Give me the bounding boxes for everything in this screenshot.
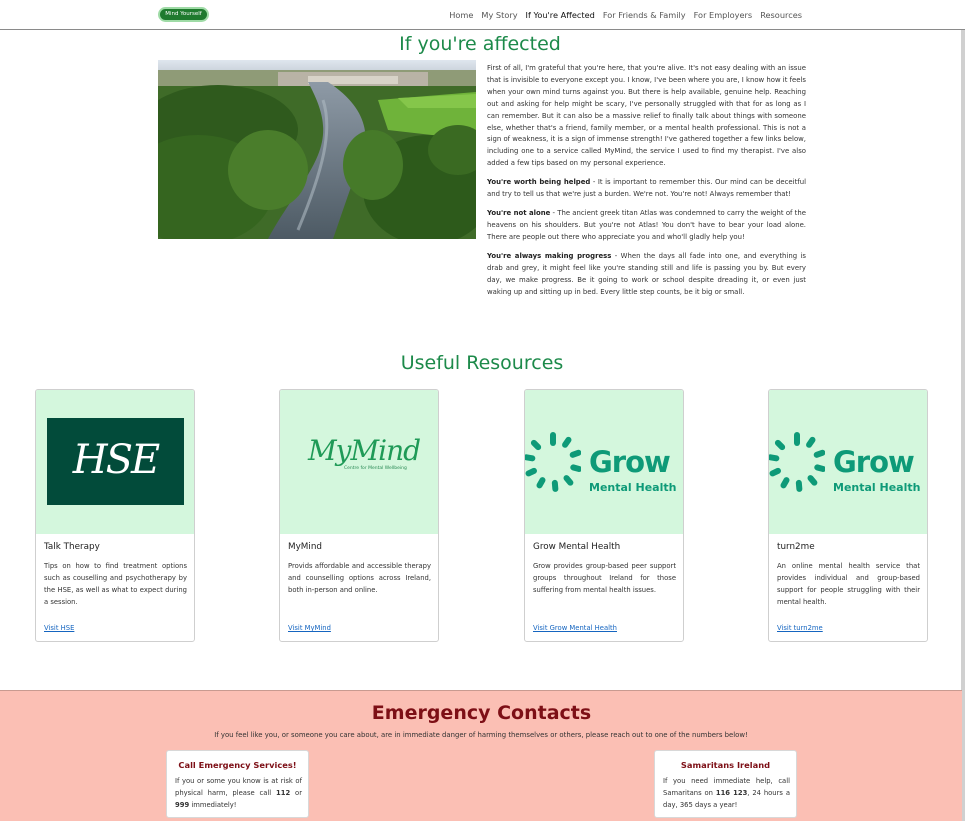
intro-paragraph: First of all, I'm grateful that you're h… <box>487 64 807 168</box>
tip-heading: You're worth being helped <box>487 178 591 187</box>
nav-link-resources[interactable]: Resources <box>760 10 802 20</box>
grow-logo: Grow <box>589 445 671 479</box>
emergency-title: Emergency Contacts <box>371 702 592 724</box>
main-nav: Home My Story If You're Affected For Fri… <box>449 10 802 20</box>
nav-link-home[interactable]: Home <box>449 10 473 20</box>
card-thumbnail: MyMind Centre for Mental Wellbeing <box>280 390 438 534</box>
emergency-card-services: Call Emergency Services! If you or some … <box>166 750 309 818</box>
visit-hse-link[interactable]: Visit HSE <box>44 624 74 632</box>
nav-link-friends-family[interactable]: For Friends & Family <box>603 10 686 20</box>
emergency-contacts-section: Emergency Contacts If you feel like you,… <box>0 690 962 821</box>
resource-card-mymind: MyMind Centre for Mental Wellbeing MyMin… <box>279 389 439 642</box>
emergency-card-text: If you need immediate help, call Samarit… <box>663 777 790 809</box>
card-description: An online mental health service that pro… <box>777 562 920 607</box>
resource-card-turn2me: Grow Mental Health turn2me An online men… <box>768 389 928 642</box>
hse-logo: HSE <box>47 418 184 505</box>
resources-section-title: Useful Resources <box>400 352 564 374</box>
top-navbar: Mind Yourself Home My Story If You're Af… <box>0 0 965 30</box>
page-title: If you're affected <box>399 33 561 55</box>
nav-link-if-youre-affected[interactable]: If You're Affected <box>526 10 595 20</box>
emergency-card-text: If you or some you know is at risk of ph… <box>175 777 302 809</box>
card-title: Grow Mental Health <box>533 542 621 552</box>
nav-link-my-story[interactable]: My Story <box>481 10 517 20</box>
grow-sunburst-icon <box>525 432 581 492</box>
visit-mymind-link[interactable]: Visit MyMind <box>288 624 331 632</box>
tip-heading: You're always making progress <box>487 252 612 261</box>
mymind-logo: MyMind Centre for Mental Wellbeing <box>308 434 421 471</box>
card-description: Grow provides group-based peer support g… <box>533 562 676 595</box>
emergency-card-title: Samaritans Ireland <box>680 760 771 770</box>
emergency-card-samaritans: Samaritans Ireland If you need immediate… <box>654 750 797 818</box>
grow-logo-subtext: Mental Health <box>833 481 921 494</box>
card-title: turn2me <box>777 542 815 552</box>
card-title: MyMind <box>288 542 322 552</box>
tip-making-progress: You're always making progress - When the… <box>487 251 806 299</box>
nav-link-employers[interactable]: For Employers <box>694 10 753 20</box>
river-landscape-photo <box>158 60 476 239</box>
resource-card-grow: Grow Mental Health Grow Mental Health Gr… <box>524 389 684 642</box>
card-description: Provids affordable and accessible therap… <box>288 562 431 595</box>
emergency-card-title: Call Emergency Services! <box>178 760 297 770</box>
card-thumbnail: Grow Mental Health <box>769 390 927 534</box>
card-description: Tips on how to find treatment options su… <box>44 562 187 607</box>
card-thumbnail: Grow Mental Health <box>525 390 683 534</box>
intro-text-block: First of all, I'm grateful that you're h… <box>487 63 806 306</box>
phone-number: 999 <box>175 801 190 809</box>
emergency-subtitle: If you feel like you, or someone you car… <box>214 731 748 739</box>
grow-logo: Grow <box>833 445 915 479</box>
phone-number: 112 <box>276 789 291 797</box>
phone-number: 116 123 <box>715 789 748 797</box>
visit-grow-link[interactable]: Visit Grow Mental Health <box>533 624 617 632</box>
tip-worth-helped: You're worth being helped - It is import… <box>487 177 806 201</box>
brand-logo-button[interactable]: Mind Yourself <box>158 7 209 22</box>
resource-card-hse: HSE Talk Therapy Tips on how to find tre… <box>35 389 195 642</box>
card-title: Talk Therapy <box>44 542 100 552</box>
tip-not-alone: You're not alone - The ancient greek tit… <box>487 208 806 244</box>
grow-logo-subtext: Mental Health <box>589 481 677 494</box>
card-thumbnail: HSE <box>36 390 194 534</box>
visit-turn2me-link[interactable]: Visit turn2me <box>777 624 823 632</box>
tip-heading: You're not alone <box>487 209 551 218</box>
grow-sunburst-icon <box>769 432 825 492</box>
